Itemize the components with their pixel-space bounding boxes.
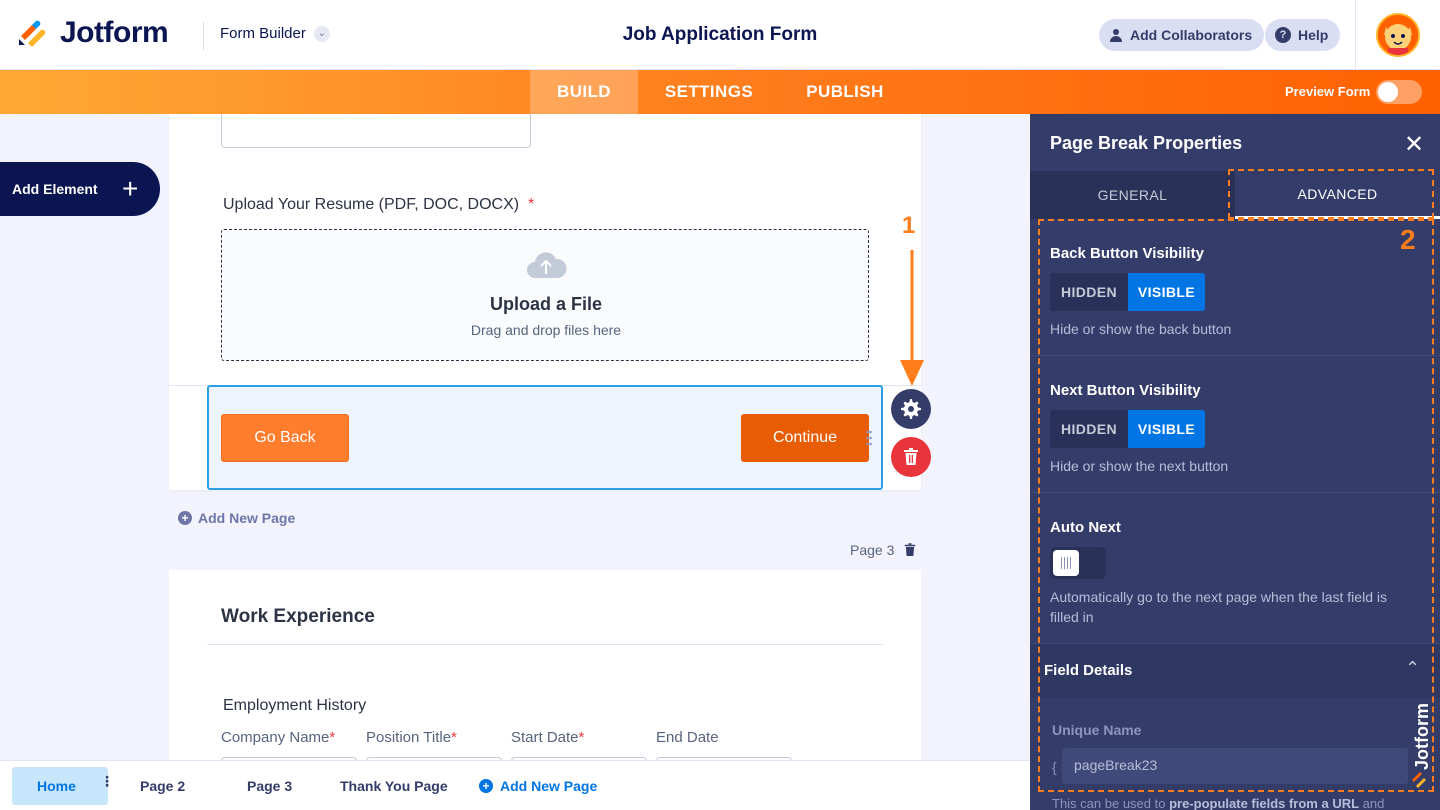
unique-name-help: This can be used to pre-populate fields … [1052, 796, 1384, 810]
jotform-logo[interactable]: Jotform [18, 16, 169, 50]
jotform-watermark-icon: Jotform [1412, 703, 1432, 788]
add-collaborators-button[interactable]: Add Collaborators [1099, 19, 1265, 51]
page-tab-page-2[interactable]: Page 2 [140, 778, 185, 794]
upload-field-label[interactable]: Upload Your Resume (PDF, DOC, DOCX) * [223, 196, 534, 214]
tab-publish[interactable]: PUBLISH [792, 70, 898, 114]
page-tab-label: Home [37, 778, 76, 794]
gear-icon [901, 399, 921, 419]
help-suffix: and [1359, 796, 1385, 810]
add-element-button[interactable]: Add Element + [0, 162, 160, 216]
page-tab-thank-you[interactable]: Thank You Page [340, 778, 448, 794]
toggle-knob [1378, 82, 1398, 102]
upload-field-label-text: Upload Your Resume (PDF, DOC, DOCX) [223, 196, 520, 213]
tab-build[interactable]: BUILD [530, 70, 638, 114]
page-tab-page-3[interactable]: Page 3 [247, 778, 292, 794]
user-icon [1110, 29, 1122, 42]
trash-icon [904, 448, 918, 465]
help-bold: pre-populate fields from a URL [1169, 796, 1360, 810]
preview-form-label: Preview Form [1285, 84, 1371, 99]
delete-field-button[interactable] [891, 437, 931, 477]
add-element-label: Add Element [12, 181, 98, 197]
column-header: Start Date* [511, 729, 584, 746]
help-label: Help [1298, 27, 1329, 43]
annotation-highlight-panel [1038, 219, 1434, 792]
brand-name: Jotform [60, 16, 169, 49]
page-tab-home[interactable]: Home ⋮ [12, 767, 114, 805]
add-new-page-label: Add New Page [198, 510, 296, 526]
chevron-down-icon: ⌄ [313, 25, 330, 42]
required-mark: * [329, 729, 336, 746]
help-button[interactable]: ? Help [1265, 19, 1341, 51]
column-header: End Date [656, 729, 719, 746]
header-divider-right [1355, 0, 1356, 70]
avatar-icon [1378, 15, 1418, 55]
page-indicator: Page 3 [850, 542, 916, 558]
tab-general[interactable]: GENERAL [1030, 171, 1235, 219]
header-divider [203, 22, 204, 50]
required-mark: * [528, 196, 535, 213]
annotation-step-1: 1 [902, 212, 916, 239]
svg-text:Jotform: Jotform [1412, 703, 1432, 770]
add-collaborators-label: Add Collaborators [1130, 27, 1253, 43]
section-divider [207, 644, 883, 645]
column-header: Company Name* [221, 729, 335, 746]
upload-subtitle: Drag and drop files here [470, 322, 622, 338]
add-new-page-link[interactable]: + Add New Page [178, 510, 295, 526]
drag-handle-icon[interactable] [866, 430, 872, 446]
upload-title: Upload a File [489, 294, 603, 314]
close-icon[interactable]: ✕ [1404, 130, 1424, 159]
add-new-page-tab-label: Add New Page [500, 778, 598, 794]
plus-circle-icon: + [178, 511, 192, 525]
column-header: Position Title* [366, 729, 457, 746]
tab-settings[interactable]: SETTINGS [646, 70, 772, 114]
help-prefix: This can be used to [1052, 796, 1170, 810]
annotation-arrow-icon [900, 250, 924, 386]
previous-field-input[interactable] [221, 114, 531, 148]
preview-form-toggle[interactable] [1376, 80, 1422, 104]
builder-nav-bar: BUILD SETTINGS PUBLISH [0, 70, 1440, 114]
plus-icon: + [122, 173, 139, 204]
annotation-step-2: 2 [1400, 224, 1416, 255]
file-upload-dropzone[interactable]: Upload a File Drag and drop files here [221, 229, 869, 361]
page-indicator-label: Page 3 [850, 542, 895, 558]
plus-circle-icon: + [479, 779, 493, 793]
cloud-upload-icon [527, 252, 567, 278]
continue-button[interactable]: Continue [741, 414, 869, 462]
form-builder-label: Form Builder [220, 25, 306, 42]
column-header-label: End Date [656, 729, 719, 746]
trash-icon[interactable] [904, 543, 916, 557]
annotation-highlight-tab [1228, 169, 1434, 219]
panel-title: Page Break Properties [1050, 133, 1243, 153]
form-builder-dropdown[interactable]: Form Builder ⌄ [220, 25, 330, 42]
required-mark: * [451, 729, 457, 746]
section-title[interactable]: Work Experience [221, 606, 375, 628]
go-back-button[interactable]: Go Back [221, 414, 349, 462]
required-mark: * [578, 729, 585, 746]
question-icon: ? [1275, 27, 1291, 43]
column-header-label: Start Date [511, 729, 579, 746]
more-options-icon[interactable]: ⋮ [100, 774, 114, 788]
column-header-label: Company Name [221, 729, 330, 746]
field-properties-button[interactable] [891, 389, 931, 429]
column-header-label: Position Title [366, 729, 452, 746]
jotform-logo-icon [18, 17, 50, 49]
user-avatar[interactable] [1376, 13, 1420, 57]
add-new-page-tab[interactable]: + Add New Page [479, 778, 597, 794]
employment-history-label[interactable]: Employment History [223, 697, 366, 715]
